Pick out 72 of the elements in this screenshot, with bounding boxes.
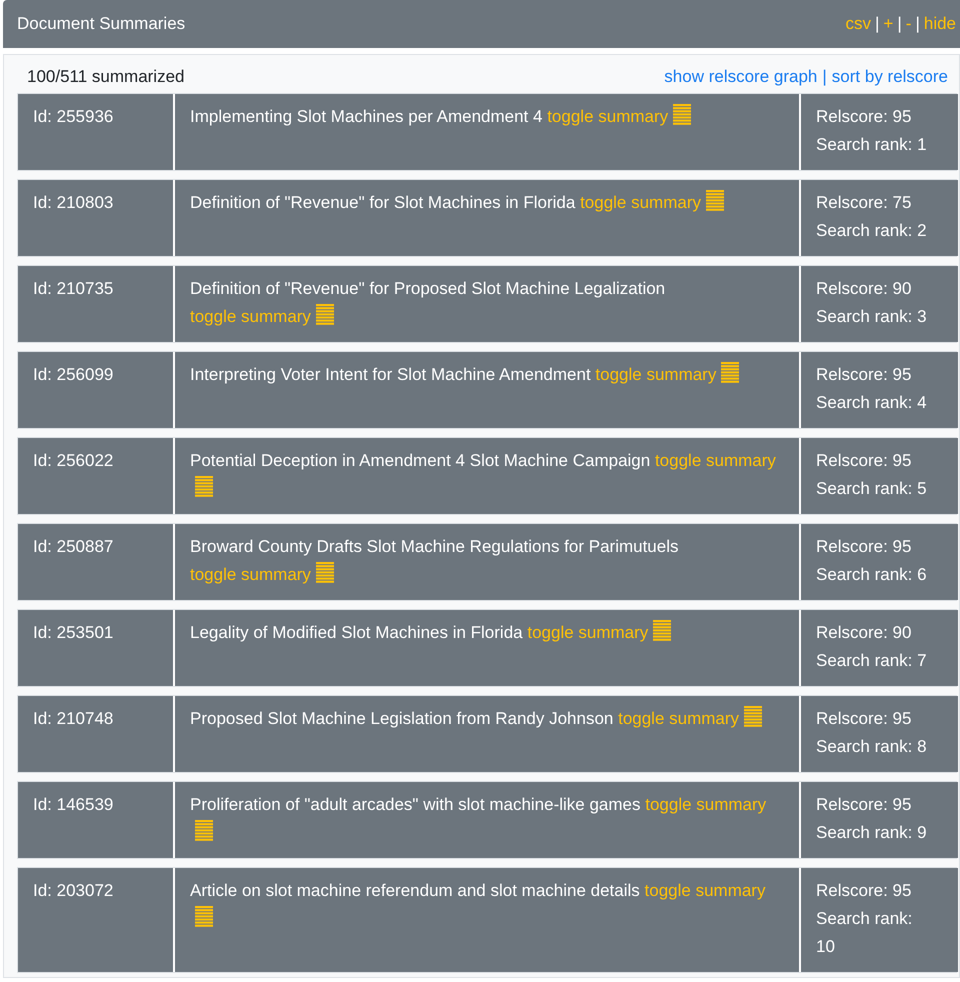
document-title: Proposed Slot Machine Legislation from Randy Johnson	[190, 709, 614, 728]
header-link[interactable]: csv	[845, 14, 871, 33]
relscore-text: Relscore: 95	[816, 880, 912, 902]
lines-icon[interactable]	[195, 476, 213, 498]
lines-icon[interactable]	[316, 562, 334, 584]
summary-link[interactable]: show relscore graph	[664, 67, 818, 86]
document-id: Id: 146539	[33, 795, 114, 814]
lines-icon[interactable]	[195, 820, 213, 842]
toggle-summary-link[interactable]: toggle summary	[644, 881, 766, 900]
toggle-summary-link[interactable]: toggle summary	[190, 565, 311, 584]
relscore-text: Relscore: 95	[816, 450, 912, 472]
document-id: Id: 250887	[33, 537, 114, 556]
lines-icon[interactable]	[721, 362, 740, 384]
search-rank-text: Search rank: 2	[816, 220, 928, 242]
document-title: Legality of Modified Slot Machines in Florida	[190, 623, 523, 642]
search-rank-text: Search rank: 8	[816, 736, 928, 758]
document-id: Id: 255936	[33, 107, 114, 126]
summary-count: 100/511 summarized	[27, 66, 184, 88]
toggle-summary-link[interactable]: toggle summary	[580, 193, 701, 212]
panel-title: Document Summaries	[17, 14, 186, 34]
document-title: Definition of "Revenue" for Proposed Slot Machine Legalization	[190, 279, 666, 298]
header-link[interactable]: hide	[924, 14, 956, 33]
lines-icon[interactable]	[673, 104, 692, 126]
document-id: Id: 203072	[33, 881, 114, 900]
toggle-summary-link[interactable]: toggle summary	[654, 451, 776, 470]
relscore-text: Relscore: 90	[816, 622, 912, 644]
summary-link[interactable]: sort by relscore	[832, 67, 948, 86]
toggle-summary-link[interactable]: toggle summary	[618, 709, 740, 728]
header-link[interactable]: -	[906, 14, 912, 33]
toggle-summary-link[interactable]: toggle summary	[595, 365, 716, 384]
document-title: Interpreting Voter Intent for Slot Machine Amendment	[190, 365, 591, 384]
toggle-summary-link[interactable]: toggle summary	[645, 795, 766, 814]
search-rank-text: Search rank: 1	[816, 134, 928, 156]
separator: |	[914, 14, 921, 33]
search-rank-text: Search rank: 3	[816, 306, 928, 328]
lines-icon[interactable]	[195, 906, 213, 928]
relscore-text: Relscore: 95	[816, 364, 912, 386]
document-title: Definition of "Revenue" for Slot Machines in Florida	[190, 193, 576, 212]
document-title: Broward County Drafts Slot Machine Regulations for Parimutuels	[190, 537, 678, 556]
document-id: Id: 210735	[33, 279, 114, 298]
search-rank-text: Search rank: 9	[816, 822, 928, 844]
document-id: Id: 210748	[33, 709, 114, 728]
relscore-text: Relscore: 95	[816, 106, 912, 128]
search-rank-text: Search rank: 10	[816, 908, 914, 958]
search-rank-text: Search rank: 7	[816, 650, 928, 672]
document-id: Id: 256099	[33, 365, 114, 384]
separator: |	[821, 67, 828, 86]
document-title: Potential Deception in Amendment 4 Slot Machine Campaign	[190, 451, 650, 470]
toggle-summary-link[interactable]: toggle summary	[547, 107, 668, 126]
separator: |	[874, 14, 880, 33]
document-id: Id: 253501	[33, 623, 114, 642]
search-rank-text: Search rank: 6	[816, 564, 928, 586]
relscore-text: Relscore: 95	[816, 536, 912, 558]
document-title: Proliferation of "adult arcades" with slot machine-like games	[190, 795, 640, 814]
lines-icon[interactable]	[653, 620, 672, 642]
toggle-summary-link[interactable]: toggle summary	[527, 623, 648, 642]
lines-icon[interactable]	[706, 190, 724, 212]
document-id: Id: 256022	[33, 451, 114, 470]
header-link[interactable]: +	[883, 14, 894, 33]
search-rank-text: Search rank: 4	[816, 392, 928, 414]
relscore-text: Relscore: 90	[816, 278, 912, 300]
separator: |	[896, 14, 903, 33]
lines-icon[interactable]	[744, 706, 762, 728]
relscore-text: Relscore: 75	[816, 192, 912, 214]
search-rank-text: Search rank: 5	[816, 478, 928, 500]
document-title: Implementing Slot Machines per Amendment 4	[190, 107, 542, 126]
relscore-text: Relscore: 95	[816, 708, 912, 730]
lines-icon[interactable]	[316, 304, 334, 326]
toggle-summary-link[interactable]: toggle summary	[190, 307, 311, 326]
document-title: Article on slot machine referendum and slot machine details	[190, 881, 640, 900]
document-id: Id: 210803	[33, 193, 114, 212]
relscore-text: Relscore: 95	[816, 794, 912, 816]
